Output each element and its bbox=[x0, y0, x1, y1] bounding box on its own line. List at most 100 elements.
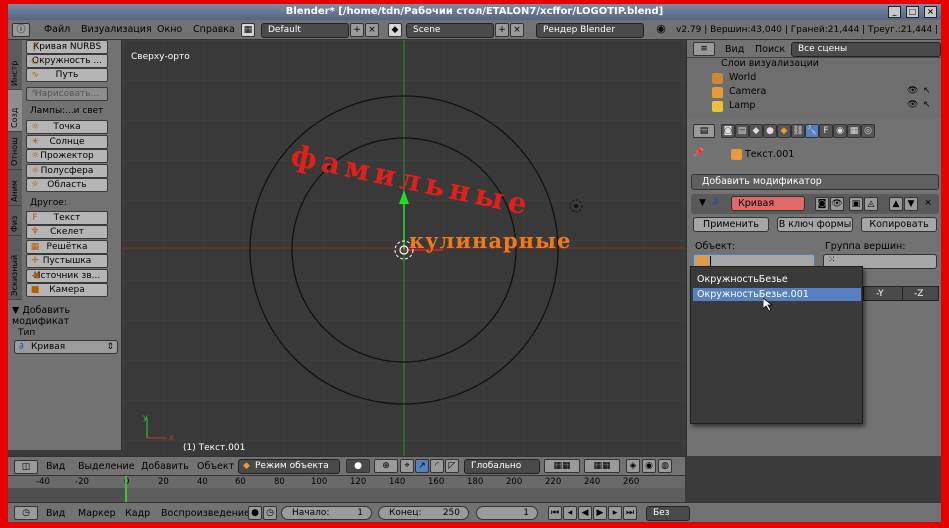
shading-select[interactable]: ● bbox=[346, 459, 370, 473]
3d-viewport[interactable]: Сверху-орто (1) Текст.001 y x фамильные … bbox=[123, 40, 685, 456]
type-select[interactable]: ∂ Кривая ⇕ bbox=[14, 340, 118, 354]
pointer-icon[interactable]: ↖ bbox=[923, 100, 931, 110]
menu-object[interactable]: Объект bbox=[197, 461, 234, 472]
outliner-row-lamp[interactable]: Lamp bbox=[729, 100, 755, 111]
maximize-button[interactable]: □ bbox=[906, 6, 919, 18]
menu-timeline-view[interactable]: Вид bbox=[46, 508, 65, 519]
scale-manipulator[interactable]: ◸ bbox=[445, 459, 459, 473]
draw-curve-button[interactable]: ✎ Нарисовать... bbox=[26, 87, 108, 101]
axis-neg-z-button[interactable]: -Z bbox=[914, 289, 923, 299]
start-frame-field[interactable]: Начало: 1 bbox=[281, 506, 372, 520]
remove-modifier-icon[interactable]: × bbox=[921, 197, 935, 211]
editor-type-outliner-icon[interactable]: ≡ bbox=[693, 42, 715, 56]
snap-icon[interactable]: ◍ bbox=[658, 459, 672, 473]
menu-file[interactable]: Файл bbox=[44, 24, 70, 35]
add-nurbs-curve-button[interactable]: ∫ Кривая NURBS bbox=[26, 40, 108, 54]
menu-add[interactable]: Добавить bbox=[141, 461, 189, 472]
add-sun-lamp-button[interactable]: ☀ Солнце bbox=[26, 135, 108, 149]
transform-orientation-select[interactable]: Глобально bbox=[464, 459, 540, 474]
modifier-name-field[interactable]: Кривая bbox=[731, 196, 805, 211]
manipulator-toggle[interactable]: ⌖ bbox=[400, 459, 414, 473]
eye-icon[interactable]: 👁 bbox=[907, 86, 918, 96]
add-camera-button[interactable]: ■ Камера bbox=[26, 283, 108, 297]
tab-material-icon[interactable]: ◉ bbox=[833, 124, 847, 138]
menu-window[interactable]: Окно bbox=[157, 24, 182, 35]
prev-keyframe-icon[interactable]: ◂ bbox=[563, 506, 577, 520]
tab-layers-icon[interactable]: ▤ bbox=[735, 124, 749, 138]
add-text-button[interactable]: F Текст bbox=[26, 211, 108, 225]
menu-frame[interactable]: Кадр bbox=[125, 508, 150, 519]
render-engine-select[interactable]: Рендер Blender bbox=[536, 23, 644, 38]
play-reverse-icon[interactable]: ◀ bbox=[578, 506, 592, 520]
jump-end-icon[interactable]: ⏭ bbox=[623, 506, 637, 520]
menu-marker[interactable]: Маркер bbox=[78, 508, 116, 519]
tab-texture-icon[interactable]: ▦ bbox=[847, 124, 861, 138]
add-nurbs-circle-button[interactable]: ○ Окружность ... bbox=[26, 54, 108, 68]
popup-item-bezier-circle-001[interactable]: ОкружностьБезье.001 bbox=[693, 288, 861, 301]
show-viewport-icon[interactable]: 👁 bbox=[830, 197, 844, 211]
pivot-point-select[interactable]: ⊕ bbox=[374, 459, 398, 473]
timeline[interactable]: -40 -20 0 20 40 60 80 100 120 140 160 18… bbox=[8, 475, 685, 503]
editor-type-icon[interactable]: ⓘ bbox=[12, 23, 30, 37]
menu-help[interactable]: Справка bbox=[193, 24, 235, 35]
add-speaker-button[interactable]: ◀ Источник зв... bbox=[26, 269, 108, 283]
remove-screen-button[interactable]: × bbox=[365, 23, 379, 37]
outliner-row-render-layers[interactable]: Слои визуализации bbox=[721, 58, 819, 69]
play-icon[interactable]: ▶ bbox=[593, 506, 607, 520]
add-path-button[interactable]: ∿ Путь bbox=[26, 68, 108, 82]
operator-title[interactable]: ▼ Добавить модификат bbox=[12, 305, 121, 327]
end-frame-field[interactable]: Конец: 250 bbox=[378, 506, 469, 520]
tab-world-icon[interactable]: ● bbox=[763, 124, 777, 138]
current-frame-marker[interactable] bbox=[125, 476, 127, 503]
close-button[interactable]: × bbox=[924, 6, 937, 18]
tab-physics-icon[interactable]: ◎ bbox=[861, 124, 875, 138]
layers-grid-2[interactable]: ▦▦ bbox=[584, 459, 620, 473]
copy-modifier-button[interactable]: Копировать bbox=[861, 217, 937, 232]
tab-modifiers-icon[interactable]: 🔧 bbox=[805, 124, 819, 138]
scene-select[interactable]: Scene bbox=[406, 23, 494, 38]
translate-manipulator[interactable]: ↗ bbox=[415, 459, 429, 473]
menu-playback[interactable]: Воспроизведение bbox=[161, 508, 250, 519]
editor-type-3d-icon[interactable]: ◫ bbox=[14, 460, 38, 474]
editor-type-timeline-icon[interactable]: ◷ bbox=[14, 506, 38, 520]
expand-arrow-icon[interactable]: ▼ bbox=[699, 198, 706, 208]
layers-grid-1[interactable]: ▦▦ bbox=[544, 459, 580, 473]
apply-button[interactable]: Применить bbox=[693, 217, 769, 232]
tab-render-icon[interactable]: ◙ bbox=[721, 124, 735, 138]
tab-animation[interactable]: Аним bbox=[8, 170, 22, 206]
rotate-manipulator[interactable]: ◜ bbox=[430, 459, 444, 473]
current-frame-field[interactable]: 1 bbox=[476, 506, 538, 520]
show-render-icon[interactable]: ◙ bbox=[815, 197, 829, 211]
tab-object-icon[interactable]: ◆ bbox=[777, 124, 791, 138]
pointer-icon[interactable]: ↖ bbox=[923, 86, 931, 96]
show-cage-icon[interactable]: ◬ bbox=[864, 197, 878, 211]
mode-select[interactable]: ◆ Режим объекта bbox=[238, 459, 340, 474]
minimize-button[interactable]: _ bbox=[888, 6, 901, 18]
add-scene-button[interactable]: + bbox=[495, 23, 509, 37]
outliner-row-world[interactable]: World bbox=[729, 72, 756, 83]
tab-constraints-icon[interactable]: ⛓ bbox=[791, 124, 805, 138]
outliner-filter-select[interactable]: Все сцены bbox=[791, 42, 941, 57]
jump-start-icon[interactable]: ⏮ bbox=[548, 506, 562, 520]
render-icon[interactable]: ◉ bbox=[642, 459, 656, 473]
show-editmode-icon[interactable]: ▣ bbox=[849, 197, 863, 211]
outliner-menu-view[interactable]: Вид bbox=[725, 44, 744, 55]
add-empty-button[interactable]: ✛ Пустышка bbox=[26, 254, 108, 268]
record-icon[interactable]: ● bbox=[248, 506, 262, 520]
tab-data-icon[interactable]: F bbox=[819, 124, 833, 138]
tab-physics[interactable]: Физ bbox=[8, 206, 22, 236]
screen-layout-select[interactable]: Default bbox=[261, 23, 349, 38]
outliner-menu-search[interactable]: Поиск bbox=[755, 44, 785, 55]
tab-scene-icon[interactable]: ◆ bbox=[749, 124, 763, 138]
axis-neg-y-button[interactable]: -Y bbox=[876, 289, 884, 299]
tab-relations[interactable]: Отнош bbox=[8, 132, 22, 170]
add-lattice-button[interactable]: ▦ Решётка bbox=[26, 240, 108, 254]
outliner-row-camera[interactable]: Camera bbox=[729, 86, 766, 97]
menu-render[interactable]: Визуализация bbox=[81, 24, 152, 35]
add-armature-button[interactable]: ♆ Скелет bbox=[26, 225, 108, 239]
tab-grease-pencil[interactable]: Эскизный bbox=[8, 236, 22, 300]
tab-create[interactable]: Созд bbox=[8, 90, 22, 132]
pin-icon[interactable]: 📌 bbox=[693, 148, 704, 158]
tab-tools[interactable]: Инстр bbox=[8, 40, 22, 90]
text-object-selected[interactable]: кулинарные bbox=[409, 228, 571, 253]
